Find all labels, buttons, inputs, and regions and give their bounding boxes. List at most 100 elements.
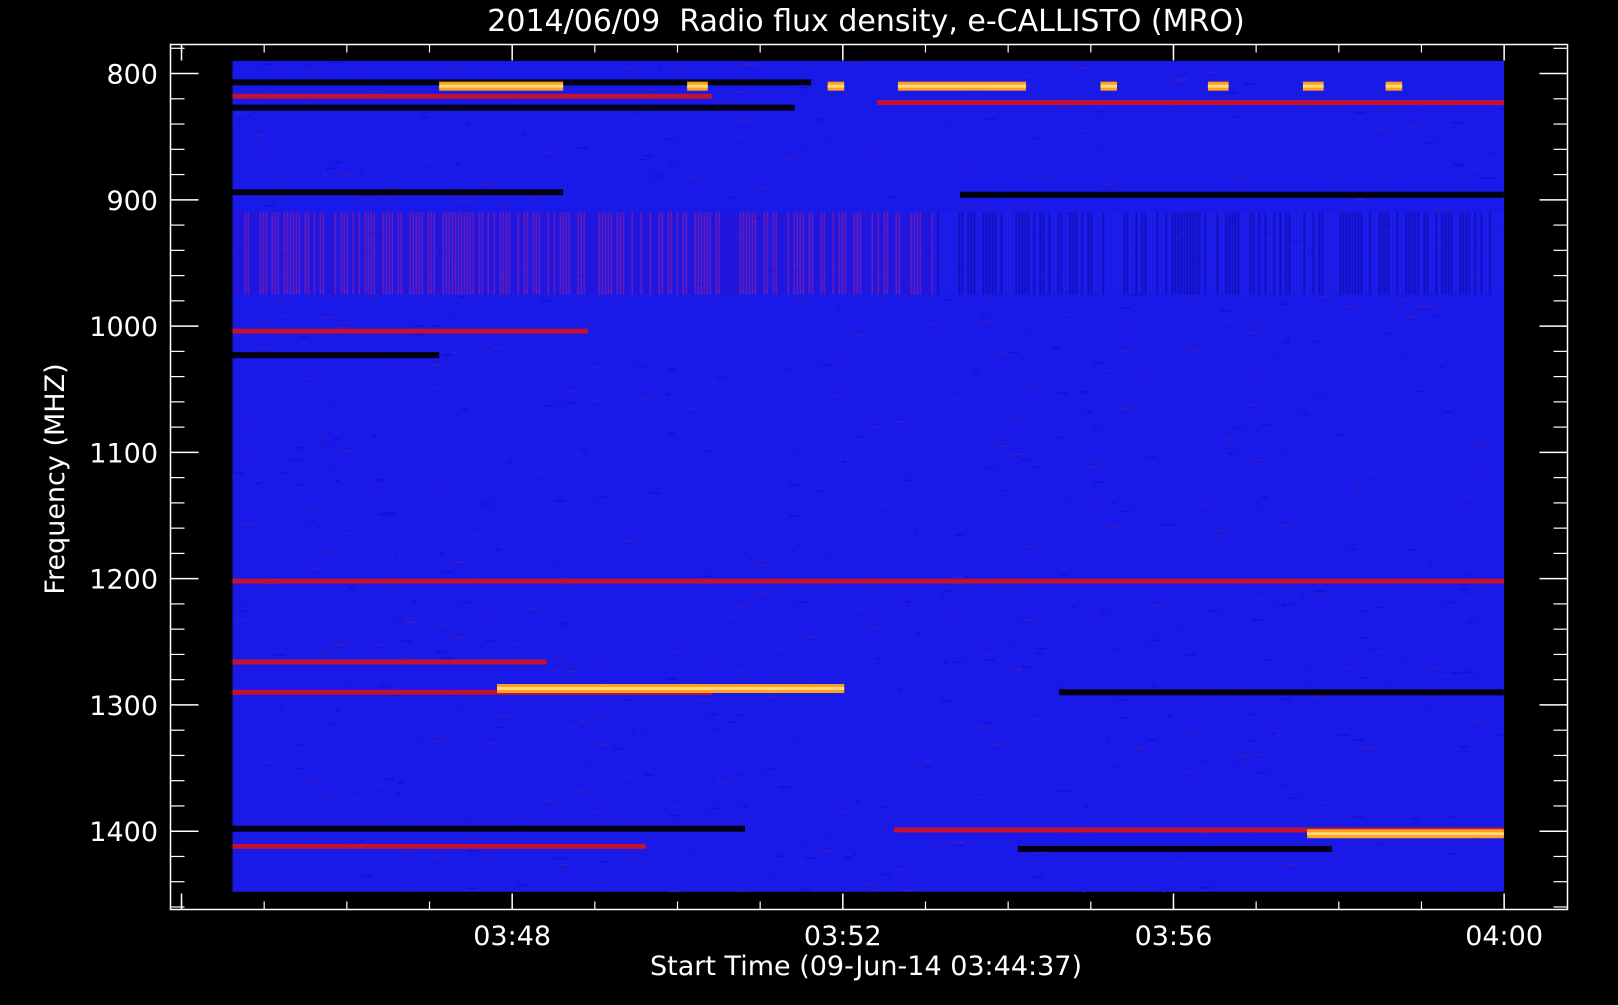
stripe: [373, 212, 376, 295]
noise-speck: [320, 653, 330, 655]
noise-speck: [984, 775, 990, 777]
y-tick-label: 1100: [89, 438, 158, 469]
stripe: [1054, 212, 1057, 295]
noise-speck: [522, 467, 526, 470]
stripe: [1144, 212, 1147, 295]
noise-speck: [1240, 86, 1246, 88]
noise-speck: [1093, 347, 1106, 350]
noise-speck: [370, 483, 383, 486]
noise-speck: [1381, 483, 1386, 485]
noise-speck: [588, 767, 596, 769]
stripe: [1285, 212, 1288, 295]
noise-speck: [807, 831, 813, 834]
noise-speck: [854, 800, 860, 802]
noise-speck: [1298, 431, 1308, 433]
noise-speck: [1411, 817, 1420, 820]
noise-speck: [1204, 760, 1208, 763]
stripe: [580, 212, 583, 295]
noise-speck: [985, 729, 994, 731]
noise-speck: [886, 95, 889, 97]
stripe: [415, 212, 418, 295]
noise-speck: [707, 665, 717, 668]
noise-speck: [345, 497, 352, 499]
stripe: [475, 212, 478, 295]
stripe: [382, 212, 385, 295]
noise-speck: [1259, 870, 1267, 873]
noise-speck: [481, 503, 493, 505]
stripe: [1015, 212, 1018, 295]
noise-speck: [636, 366, 644, 369]
noise-speck: [1226, 321, 1234, 323]
stripe: [607, 212, 610, 295]
noise-speck: [349, 680, 353, 682]
noise-speck: [1211, 651, 1221, 653]
noise-speck: [701, 575, 713, 578]
noise-speck: [920, 466, 931, 468]
noise-speck: [1443, 411, 1453, 413]
noise-speck: [1162, 523, 1174, 526]
noise-speck: [744, 63, 757, 66]
noise-speck: [312, 144, 322, 147]
noise-speck: [1383, 425, 1393, 427]
noise-speck: [1449, 815, 1456, 818]
noise-speck: [479, 612, 491, 615]
feature-band: [232, 843, 646, 849]
noise-speck: [702, 638, 705, 641]
noise-speck: [916, 385, 928, 388]
stripe: [715, 212, 718, 295]
stripe: [1030, 212, 1033, 295]
noise-speck: [810, 281, 818, 284]
stripe: [1483, 212, 1486, 295]
noise-speck: [1045, 589, 1049, 592]
noise-speck: [964, 860, 970, 863]
stripe: [724, 212, 727, 295]
noise-speck: [1213, 535, 1225, 538]
stripe: [1420, 212, 1423, 295]
noise-speck: [1176, 394, 1189, 397]
noise-speck: [1452, 122, 1463, 124]
stripe: [940, 212, 943, 295]
noise-speck: [874, 889, 881, 891]
noise-speck: [355, 169, 359, 172]
noise-speck: [791, 449, 795, 452]
noise-speck: [771, 591, 782, 593]
stripe: [772, 212, 775, 295]
noise-speck: [483, 770, 490, 773]
noise-speck: [425, 160, 431, 163]
noise-speck: [870, 627, 879, 629]
stripe: [481, 212, 484, 295]
feature-band: [877, 100, 1504, 106]
stripe: [1447, 212, 1450, 295]
stripe: [946, 212, 949, 295]
noise-speck: [598, 170, 607, 172]
stripe: [799, 212, 802, 295]
y-tick-label: 900: [106, 186, 158, 217]
noise-speck: [643, 729, 646, 732]
noise-speck: [702, 777, 705, 780]
noise-speck: [981, 313, 986, 315]
noise-speck: [629, 570, 641, 573]
stripe: [928, 212, 931, 295]
noise-speck: [1216, 453, 1228, 456]
noise-speck: [349, 676, 359, 679]
noise-speck: [1257, 570, 1262, 572]
noise-speck: [328, 403, 331, 406]
noise-speck: [1270, 732, 1275, 735]
noise-speck: [784, 827, 788, 830]
stripe: [511, 212, 514, 295]
noise-speck: [1120, 350, 1129, 352]
noise-speck: [1393, 758, 1401, 761]
noise-speck: [969, 607, 975, 610]
noise-speck: [412, 600, 418, 602]
stripe: [427, 212, 430, 295]
noise-speck: [1077, 705, 1081, 707]
noise-speck: [1101, 612, 1107, 614]
noise-speck: [438, 459, 448, 462]
noise-speck: [1355, 859, 1365, 862]
noise-speck: [1179, 796, 1187, 798]
noise-speck: [1188, 349, 1197, 352]
noise-speck: [583, 763, 587, 765]
noise-speck: [666, 393, 671, 395]
noise-speck: [1385, 446, 1388, 449]
stripe: [1084, 212, 1087, 295]
